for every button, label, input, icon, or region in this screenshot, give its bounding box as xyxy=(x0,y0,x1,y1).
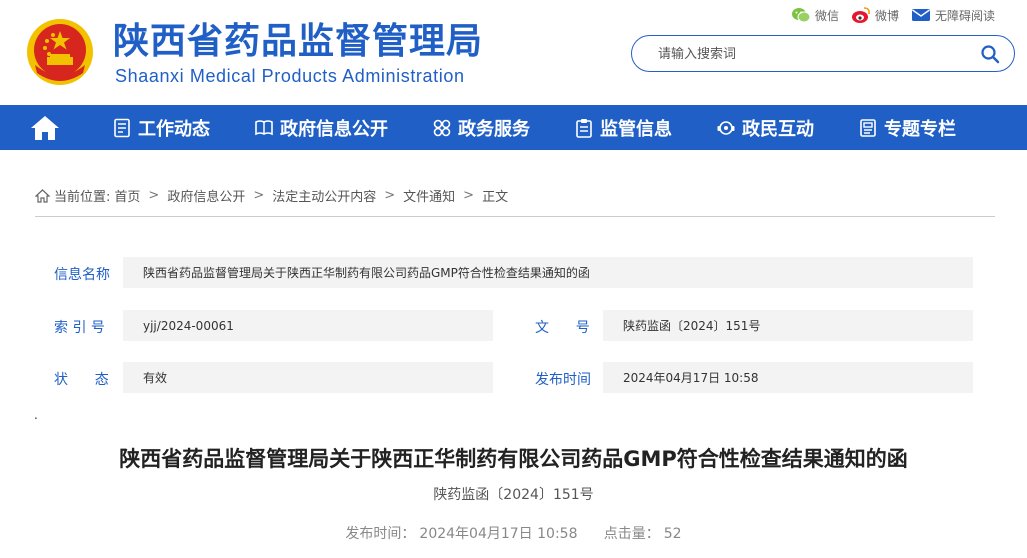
hits-label: 点击量： xyxy=(603,526,660,542)
nav-item-label: 政府信息公开 xyxy=(280,118,388,140)
info-index-label: 索 引 号 xyxy=(54,320,105,336)
grid-icon xyxy=(433,119,451,136)
info-index-value: yjj/2024-00061 xyxy=(123,310,493,341)
breadcrumb-item-home[interactable]: 首页 xyxy=(114,186,140,205)
accessibility-link[interactable]: 无障碍阅读 xyxy=(911,6,995,24)
top-links: 微信 微博 无障碍阅读 xyxy=(791,6,995,24)
weibo-label: 微博 xyxy=(874,8,899,23)
weibo-link[interactable]: 微博 xyxy=(851,6,899,24)
nav-item-label: 政务服务 xyxy=(458,118,530,140)
home-small-icon xyxy=(35,188,50,203)
publish-time: 2024年04月17日 10:58 xyxy=(419,526,578,542)
weibo-icon xyxy=(851,7,870,23)
breadcrumb: 当前位置: 首页 > 政府信息公开 > 法定主动公开内容 > 文件通知 > 正文 xyxy=(35,186,508,205)
breadcrumb-separator: > xyxy=(463,188,475,203)
nav-item-label: 专题专栏 xyxy=(884,118,956,140)
wechat-icon xyxy=(791,8,811,23)
nav-item-work-news[interactable]: 工作动态 xyxy=(90,105,232,150)
stray-dot: . xyxy=(34,408,38,422)
breadcrumb-separator: > xyxy=(384,188,396,203)
nav-item-label: 政民互动 xyxy=(742,118,814,140)
article-title: 陕西省药品监督管理局关于陕西正华制药有限公司药品GMP符合性检查结果通知的函 xyxy=(119,447,908,471)
nav-home[interactable] xyxy=(0,105,90,150)
folder-icon xyxy=(860,118,876,137)
nav-item-label: 监管信息 xyxy=(600,118,672,140)
nav-item-supervision[interactable]: 监管信息 xyxy=(552,105,694,150)
breadcrumb-item-current: 正文 xyxy=(482,190,509,205)
breadcrumb-prefix: 当前位置: xyxy=(54,190,111,205)
nav-item-special-topics[interactable]: 专题专栏 xyxy=(836,105,978,150)
info-date-label: 发布时间 xyxy=(535,372,591,388)
search-box xyxy=(631,35,1015,72)
breadcrumb-item-notices[interactable]: 文件通知 xyxy=(403,186,455,205)
wechat-label: 微信 xyxy=(814,8,839,23)
info-docno-label: 文 号 xyxy=(535,320,590,336)
info-status-value: 有效 xyxy=(123,362,493,393)
book-icon xyxy=(255,119,273,135)
wechat-link[interactable]: 微信 xyxy=(791,6,839,24)
chat-icon xyxy=(717,120,735,135)
info-name-value: 陕西省药品监督管理局关于陕西正华制药有限公司药品GMP符合性检查结果通知的函 xyxy=(123,257,973,288)
search-input[interactable] xyxy=(658,44,968,64)
info-status-label: 状 态 xyxy=(54,372,109,388)
site-header: 陕西省药品监督管理局 Shaanxi Medical Products Admi… xyxy=(0,0,1027,105)
info-name-label: 信息名称 xyxy=(54,267,110,283)
hits-count: 52 xyxy=(663,526,682,542)
clipboard-icon xyxy=(576,118,592,138)
breadcrumb-item-gov-info[interactable]: 政府信息公开 xyxy=(167,186,245,205)
nav-item-interaction[interactable]: 政民互动 xyxy=(694,105,836,150)
nav-item-gov-info[interactable]: 政府信息公开 xyxy=(232,105,410,150)
nav-item-label: 工作动态 xyxy=(138,118,210,140)
national-emblem-icon xyxy=(27,19,93,85)
main-nav: 工作动态 政府信息公开 政务服务 监管信息 政民互动 专题专栏 xyxy=(0,105,1027,150)
site-title-cn: 陕西省药品监督管理局 xyxy=(113,21,484,62)
breadcrumb-item-statutory[interactable]: 法定主动公开内容 xyxy=(272,186,376,205)
nav-item-gov-services[interactable]: 政务服务 xyxy=(410,105,552,150)
home-icon xyxy=(31,115,59,140)
info-docno-value: 陕药监函〔2024〕151号 xyxy=(603,310,973,341)
article-meta: 发布时间： 2024年04月17日 10:58 点击量： 52 xyxy=(0,523,1027,543)
breadcrumb-separator: > xyxy=(148,188,160,203)
accessibility-label: 无障碍阅读 xyxy=(934,8,995,23)
article-doc-number: 陕药监函〔2024〕151号 xyxy=(433,487,594,503)
publish-label: 发布时间： xyxy=(345,526,416,542)
info-date-value: 2024年04月17日 10:58 xyxy=(603,362,973,393)
breadcrumb-separator: > xyxy=(253,188,265,203)
search-icon[interactable] xyxy=(980,44,1000,64)
site-title-en: Shaanxi Medical Products Administration xyxy=(115,66,465,86)
mail-icon xyxy=(911,9,930,21)
document-list-icon xyxy=(114,118,130,137)
breadcrumb-divider xyxy=(35,216,995,217)
